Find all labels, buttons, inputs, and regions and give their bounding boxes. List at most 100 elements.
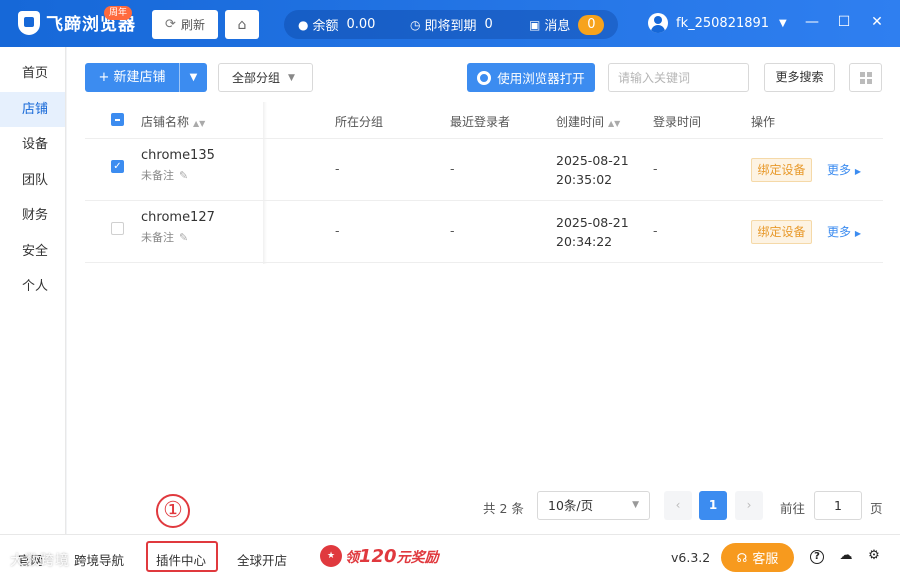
- sidebar: 首页 店铺 设备 团队 财务 安全 个人: [0, 47, 66, 534]
- sidebar-item-security[interactable]: 安全: [0, 234, 65, 270]
- customer-service-label: 客服: [752, 552, 779, 567]
- sidebar-item-home[interactable]: 首页: [0, 56, 65, 92]
- chevron-down-icon: ▼: [288, 72, 295, 83]
- open-with-browser-button[interactable]: 使用浏览器打开: [467, 63, 595, 92]
- minimize-icon[interactable]: —: [802, 14, 822, 30]
- shop-icon: ⌂: [237, 16, 247, 33]
- row-checkbox[interactable]: ✓: [111, 160, 124, 173]
- sidebar-item-finance[interactable]: 财务: [0, 198, 65, 234]
- more-actions-label: 更多: [827, 163, 852, 177]
- page-unit: 页: [870, 501, 883, 516]
- help-icon[interactable]: ?: [808, 547, 826, 565]
- edit-icon[interactable]: ✎: [179, 231, 188, 244]
- balance-label: 余额: [312, 19, 339, 34]
- col-created-time-label: 创建时间: [556, 115, 605, 129]
- created-time: 2025-08-21 20:34:22: [556, 213, 629, 251]
- shop-button[interactable]: ⌂: [225, 10, 259, 39]
- caret-right-icon: ▶: [854, 229, 861, 238]
- next-page-button[interactable]: ›: [735, 491, 763, 520]
- caret-right-icon: ▶: [854, 167, 861, 176]
- grid-view-button[interactable]: [849, 63, 882, 92]
- shop-note-text: 未备注: [141, 169, 174, 182]
- col-created-time[interactable]: 创建时间 ▲▼: [556, 113, 620, 130]
- money-bag-icon: ●: [298, 17, 309, 32]
- select-all-checkbox[interactable]: [111, 113, 124, 126]
- grid-icon-cell: [859, 78, 865, 84]
- shop-note: 未备注 ✎: [141, 229, 215, 245]
- cloud-icon[interactable]: ☁: [837, 547, 855, 565]
- reward-suffix: 元奖励: [396, 549, 439, 566]
- bind-device-button[interactable]: 绑定设备: [751, 220, 812, 244]
- clock-icon: ◷: [410, 17, 421, 32]
- expiring-value: 0: [484, 17, 493, 32]
- last-login-user: -: [450, 223, 455, 238]
- page-number-current[interactable]: 1: [699, 491, 727, 520]
- footer-link-plugin-center[interactable]: 插件中心: [156, 550, 206, 569]
- maximize-icon[interactable]: ☐: [834, 14, 854, 30]
- total-count: 共 2 条: [483, 501, 524, 516]
- grid-icon-cell: [866, 71, 872, 77]
- goto-label: 前往: [780, 501, 806, 516]
- more-search-button[interactable]: 更多搜索: [764, 63, 835, 92]
- caret-down-icon: ▼: [779, 17, 787, 29]
- annotation-marker: ①: [156, 494, 190, 528]
- new-shop-split-button: + 新建店铺 ▼: [85, 63, 207, 92]
- row-checkbox[interactable]: [111, 222, 124, 235]
- sidebar-item-devices[interactable]: 设备: [0, 127, 65, 163]
- shop-note: 未备注 ✎: [141, 167, 215, 183]
- new-shop-button[interactable]: + 新建店铺: [85, 63, 180, 92]
- new-shop-dropdown-icon[interactable]: ▼: [180, 72, 207, 83]
- login-time: -: [653, 161, 658, 176]
- gift-icon: ★: [320, 545, 342, 567]
- table-row: chrome127 未备注 ✎ - - 2025-08-21 20:34:22 -…: [85, 201, 883, 263]
- reward-amount: 120: [359, 545, 397, 567]
- chevron-down-icon: ▼: [632, 500, 639, 510]
- chat-icon: ▣: [529, 17, 541, 32]
- main-panel: + 新建店铺 ▼ 全部分组 ▼ 使用浏览器打开 更多搜索 店铺名称▲▼ 所在分组…: [67, 47, 900, 534]
- open-with-browser-label: 使用浏览器打开: [497, 71, 585, 86]
- shop-name[interactable]: chrome135: [141, 148, 215, 163]
- sidebar-item-team[interactable]: 团队: [0, 163, 65, 199]
- anniversary-badge: 周年: [104, 6, 133, 20]
- title-bar: 飞蹄浏览器 周年 ⟳ 刷新 ⌂ ● 余额 0.00 ◷ 即将到期 0 ▣ 消息 …: [0, 0, 900, 47]
- messages[interactable]: ▣ 消息 0: [529, 14, 605, 35]
- col-shop-name[interactable]: 店铺名称 ▲▼: [141, 113, 205, 130]
- avatar-icon: [648, 13, 668, 33]
- close-icon[interactable]: ✕: [867, 14, 887, 30]
- search-input[interactable]: [608, 63, 749, 92]
- group-select-value: 全部分组: [232, 71, 281, 85]
- created-date: 2025-08-21: [556, 215, 629, 230]
- shop-name[interactable]: chrome127: [141, 210, 215, 225]
- shop-group: -: [335, 223, 340, 238]
- watermark: 大数跨境: [10, 553, 70, 569]
- col-login-time: 登录时间: [653, 115, 702, 129]
- goto-page-input[interactable]: 1: [814, 491, 862, 520]
- col-last-login-user: 最近登录者: [450, 115, 511, 129]
- col-shop-name-label: 店铺名称: [141, 115, 190, 129]
- expiring-label: 即将到期: [424, 19, 477, 34]
- customer-service-button[interactable]: ☊ 客服: [721, 543, 794, 572]
- refresh-button[interactable]: ⟳ 刷新: [152, 10, 218, 39]
- reward-banner[interactable]: ★ 领120元奖励: [320, 545, 439, 567]
- messages-label: 消息: [544, 19, 571, 34]
- created-time: 2025-08-21 20:35:02: [556, 151, 629, 189]
- footer-link-global-store[interactable]: 全球开店: [237, 550, 287, 569]
- more-actions-link[interactable]: 更多 ▶: [827, 223, 861, 240]
- balance[interactable]: ● 余额 0.00: [298, 15, 375, 34]
- balance-value: 0.00: [346, 17, 376, 32]
- settings-icon[interactable]: ⚙: [865, 547, 883, 565]
- footer-link-cross-border-nav[interactable]: 跨境导航: [74, 550, 124, 569]
- chrome-icon: [477, 70, 492, 85]
- prev-page-button[interactable]: ‹: [664, 491, 692, 520]
- edit-icon[interactable]: ✎: [179, 169, 188, 182]
- page-size-select[interactable]: 10条/页 ▼: [537, 491, 650, 520]
- user-menu[interactable]: fk_250821891 ▼: [648, 13, 787, 33]
- sidebar-item-shops[interactable]: 店铺: [0, 91, 65, 127]
- group-select[interactable]: 全部分组 ▼: [218, 63, 313, 92]
- grid-icon: [859, 71, 865, 77]
- bind-device-button[interactable]: 绑定设备: [751, 158, 812, 182]
- more-actions-link[interactable]: 更多 ▶: [827, 161, 861, 178]
- sidebar-item-personal[interactable]: 个人: [0, 269, 65, 305]
- expiring-soon[interactable]: ◷ 即将到期 0: [410, 15, 493, 34]
- table-row: ✓ chrome135 未备注 ✎ - - 2025-08-21 20:35:02…: [85, 139, 883, 201]
